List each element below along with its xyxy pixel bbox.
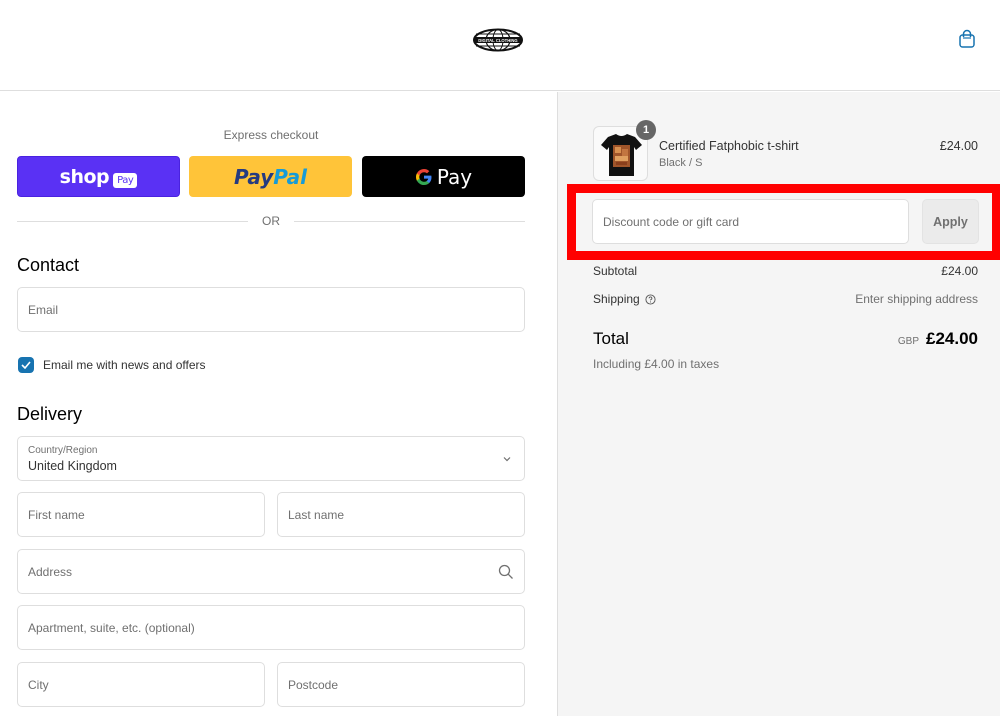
total-label: Total bbox=[593, 329, 629, 348]
globe-logo-icon: DIGITAL CLOTHING bbox=[473, 28, 523, 52]
help-circle-icon[interactable] bbox=[645, 293, 656, 305]
apply-button[interactable]: Apply bbox=[922, 199, 979, 244]
address-input[interactable] bbox=[18, 550, 524, 593]
postcode-field[interactable] bbox=[277, 662, 525, 707]
order-summary: 1 Certified Fatphobic t-shirt Black / S … bbox=[557, 92, 1000, 716]
city-input[interactable] bbox=[18, 663, 264, 706]
tax-note: Including £4.00 in taxes bbox=[593, 357, 720, 371]
newsletter-label: Email me with news and offers bbox=[43, 358, 206, 372]
first-name-field[interactable] bbox=[17, 492, 265, 537]
paypal-logo: PayPal bbox=[233, 164, 308, 189]
newsletter-checkbox[interactable] bbox=[18, 357, 34, 373]
shop-pay-button[interactable]: shop Pay bbox=[17, 156, 180, 197]
shopping-bag-icon bbox=[959, 29, 975, 48]
express-checkout-label: Express checkout bbox=[223, 128, 319, 142]
delivery-heading: Delivery bbox=[17, 404, 83, 424]
subtotal-row: Subtotal £24.00 bbox=[593, 264, 978, 278]
discount-field[interactable] bbox=[592, 199, 909, 244]
google-pay-button[interactable]: Pay bbox=[362, 156, 525, 197]
contact-heading: Contact bbox=[17, 255, 80, 275]
city-field[interactable] bbox=[17, 662, 265, 707]
email-field[interactable] bbox=[17, 287, 525, 332]
apartment-field[interactable] bbox=[17, 605, 525, 650]
subtotal-value: £24.00 bbox=[941, 264, 978, 278]
search-icon[interactable] bbox=[498, 564, 514, 580]
total-value: £24.00 bbox=[926, 329, 978, 348]
google-pay-logo: Pay bbox=[415, 165, 472, 189]
newsletter-checkbox-row[interactable]: Email me with news and offers bbox=[18, 357, 206, 373]
shipping-label: Shipping bbox=[593, 292, 640, 306]
apartment-input[interactable] bbox=[18, 606, 524, 649]
postcode-input[interactable] bbox=[278, 663, 524, 706]
chevron-down-icon bbox=[503, 457, 511, 462]
country-label: Country/Region bbox=[28, 445, 98, 456]
country-value: United Kingdom bbox=[28, 459, 117, 473]
last-name-input[interactable] bbox=[278, 493, 524, 536]
google-g-icon bbox=[415, 168, 432, 185]
product-name: Certified Fatphobic t-shirt bbox=[659, 139, 799, 153]
total-currency: GBP bbox=[897, 336, 919, 347]
product-price: £24.00 bbox=[939, 139, 978, 153]
first-name-input[interactable] bbox=[18, 493, 264, 536]
cart-button[interactable] bbox=[958, 29, 976, 49]
product-thumbnail: 1 bbox=[593, 120, 656, 181]
svg-text:DIGITAL CLOTHING: DIGITAL CLOTHING bbox=[478, 38, 517, 43]
header: DIGITAL CLOTHING bbox=[0, 0, 1000, 91]
shop-pay-logo: shop Pay bbox=[60, 166, 138, 188]
email-input[interactable] bbox=[18, 288, 524, 331]
subtotal-label: Subtotal bbox=[593, 264, 638, 278]
product-variant: Black / S bbox=[659, 157, 703, 169]
address-field[interactable] bbox=[17, 549, 525, 594]
paypal-button[interactable]: PayPal bbox=[189, 156, 352, 197]
last-name-field[interactable] bbox=[277, 492, 525, 537]
shipping-row: Shipping Enter shipping address bbox=[593, 292, 978, 306]
shipping-value: Enter shipping address bbox=[855, 292, 978, 306]
or-divider: OR bbox=[17, 214, 525, 228]
country-select[interactable]: Country/Region United Kingdom bbox=[17, 436, 525, 481]
discount-input[interactable] bbox=[593, 200, 908, 243]
checkout-form: Express checkout shop Pay PayPal Pay OR C… bbox=[0, 92, 557, 716]
store-logo[interactable]: DIGITAL CLOTHING bbox=[472, 28, 524, 52]
quantity-badge: 1 bbox=[636, 120, 656, 140]
checkmark-icon bbox=[21, 361, 31, 369]
total-row: Total GBP £24.00 bbox=[593, 329, 978, 349]
